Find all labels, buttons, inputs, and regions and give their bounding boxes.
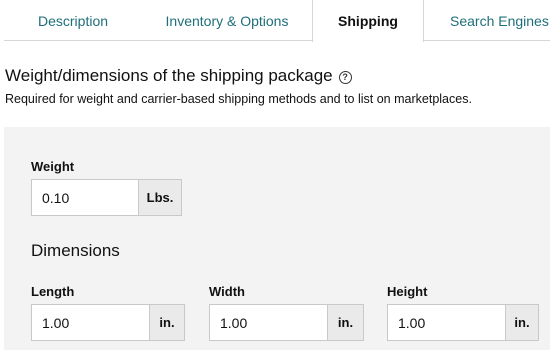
height-label: Height: [387, 284, 428, 299]
width-label: Width: [209, 284, 245, 299]
section-title: Weight/dimensions of the shipping packag…: [5, 66, 333, 85]
section-heading: Weight/dimensions of the shipping packag…: [5, 66, 352, 86]
tab-inventory-options[interactable]: Inventory & Options: [142, 0, 312, 41]
width-field-group[interactable]: in.: [209, 304, 364, 341]
width-unit: in.: [327, 305, 363, 340]
shipping-panel: Weight Lbs. Dimensions Length in. Width …: [4, 127, 550, 350]
width-input[interactable]: [210, 305, 327, 340]
weight-input[interactable]: [32, 180, 138, 215]
tab-description[interactable]: Description: [4, 0, 142, 41]
section-description: Required for weight and carrier-based sh…: [5, 92, 472, 106]
length-label: Length: [31, 284, 75, 299]
help-icon[interactable]: ?: [338, 70, 352, 84]
weight-unit: Lbs.: [138, 180, 181, 215]
length-input[interactable]: [32, 305, 149, 340]
product-tabs: Description Inventory & Options Shipping…: [4, 0, 550, 42]
length-unit: in.: [149, 305, 184, 340]
height-unit: in.: [505, 305, 538, 340]
tab-search-engines[interactable]: Search Engines: [424, 0, 550, 41]
height-input[interactable]: [388, 305, 505, 340]
weight-field-group: Lbs.: [31, 179, 182, 216]
shipping-page: Description Inventory & Options Shipping…: [0, 0, 550, 350]
dimensions-title: Dimensions: [31, 241, 120, 260]
height-field-group[interactable]: in.: [387, 304, 539, 341]
length-field-group[interactable]: in.: [31, 304, 185, 341]
weight-label: Weight: [31, 159, 75, 174]
tab-shipping[interactable]: Shipping: [312, 0, 424, 42]
